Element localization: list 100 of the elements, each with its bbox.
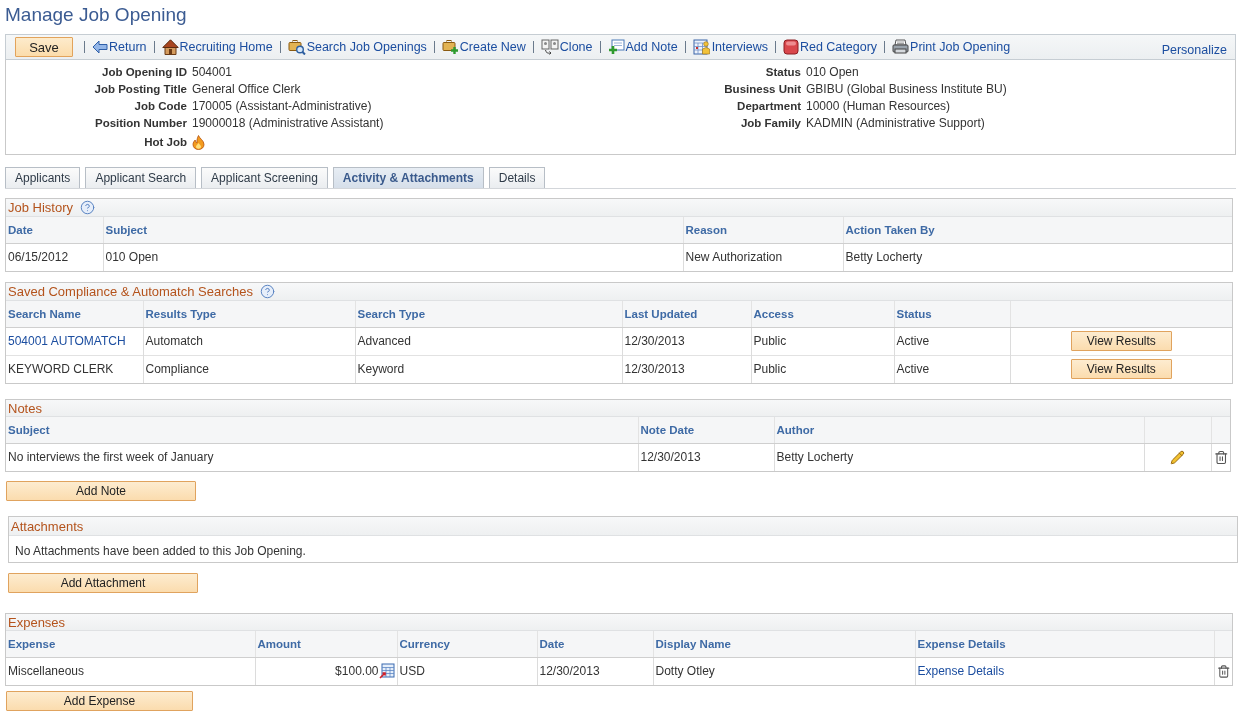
- table-cell: Public: [751, 327, 894, 355]
- column-header: Currency: [397, 631, 537, 657]
- table-cell: 12/30/2013: [537, 657, 653, 685]
- table-cell: No interviews the first week of January: [6, 443, 638, 471]
- tab[interactable]: Activity & Attachments: [332, 167, 484, 188]
- add-note-button[interactable]: Add Note: [6, 481, 196, 501]
- column-header: Action Taken By: [843, 217, 1232, 243]
- table-cell: Dotty Otley: [653, 657, 915, 685]
- section-title: Job History: [8, 200, 74, 215]
- table-cell: Betty Locherty: [843, 243, 1232, 271]
- view-results-button[interactable]: View Results: [1070, 331, 1172, 351]
- printer-icon: [892, 39, 910, 55]
- column-header: Display Name: [653, 631, 915, 657]
- toolbar-link[interactable]: Recruiting Home: [161, 39, 273, 55]
- help-icon[interactable]: [80, 200, 96, 215]
- field-label: Job Family: [739, 116, 801, 131]
- field-label: Status: [764, 65, 801, 80]
- table-cell: Keyword: [355, 355, 622, 383]
- table-cell: KEYWORD CLERK: [6, 355, 143, 383]
- field-label: Department: [736, 99, 801, 114]
- view-results-button[interactable]: View Results: [1070, 359, 1172, 380]
- save-button[interactable]: Save: [15, 37, 73, 57]
- table-cell: Active: [894, 327, 1010, 355]
- add-expense-button[interactable]: Add Expense: [6, 691, 193, 711]
- field-value: 010 Open: [806, 64, 860, 81]
- trash-icon[interactable]: [1213, 449, 1228, 465]
- field-value: GBIBU (Global Business Institute BU): [806, 81, 1008, 98]
- add-attachment-button[interactable]: Add Attachment: [8, 573, 198, 593]
- column-header: Date: [537, 631, 653, 657]
- toolbar-link[interactable]: Search Job Openings: [287, 39, 427, 55]
- toolbar-link[interactable]: Red Category: [782, 39, 878, 55]
- tab[interactable]: Details: [488, 167, 546, 188]
- section-title: Attachments: [11, 518, 84, 534]
- expense-details-link[interactable]: Expense Details: [917, 664, 1005, 679]
- column-header: Status: [894, 301, 1010, 327]
- column-header: Date: [6, 217, 103, 243]
- column-header: Subject: [103, 217, 683, 243]
- copy-icon: [540, 39, 559, 55]
- field-label: Job Posting Title: [93, 82, 187, 97]
- note-plus-icon: [607, 39, 625, 55]
- toolbar-link[interactable]: Interviews: [692, 39, 768, 55]
- pencil-icon[interactable]: [1170, 449, 1185, 465]
- field-label: Position Number: [94, 116, 187, 131]
- column-header: Expense Details: [915, 631, 1214, 657]
- amount-value: $100.00: [335, 664, 379, 679]
- field-value: KADMIN (Administrative Support): [806, 115, 986, 132]
- grid-icon[interactable]: [378, 663, 395, 680]
- table-cell: 12/30/2013: [638, 443, 774, 471]
- empty-message: No Attachments have been added to this Job Opening.: [15, 544, 306, 558]
- toolbar-link[interactable]: Print Job Opening: [892, 39, 1011, 55]
- tab[interactable]: Applicant Search: [85, 167, 197, 188]
- briefcase-search-icon: [287, 39, 306, 55]
- field-value: 504001: [192, 64, 234, 81]
- briefcase-plus-icon: [441, 39, 459, 55]
- table-cell: Advanced: [355, 327, 622, 355]
- table-cell: 06/15/2012: [6, 243, 103, 271]
- table-cell: Compliance: [143, 355, 355, 383]
- column-header: Author: [774, 417, 1144, 443]
- calendar-person-icon: [692, 39, 711, 55]
- tab[interactable]: Applicants: [5, 167, 81, 188]
- table-cell: Automatch: [143, 327, 355, 355]
- table-cell: 010 Open: [103, 243, 683, 271]
- toolbar-link[interactable]: Clone: [540, 39, 593, 55]
- personalize-link[interactable]: Personalize: [1161, 42, 1227, 57]
- column-header: Results Type: [143, 301, 355, 327]
- column-header: Expense: [6, 631, 255, 657]
- section-title: Notes: [8, 400, 42, 416]
- field-label: Job Opening ID: [101, 65, 187, 80]
- square-icon: [782, 39, 799, 55]
- column-header: Search Type: [355, 301, 622, 327]
- toolbar-link[interactable]: Add Note: [607, 39, 678, 55]
- table-cell: Active: [894, 355, 1010, 383]
- table-cell: USD: [397, 657, 537, 685]
- column-header: Note Date: [638, 417, 774, 443]
- help-icon[interactable]: [259, 284, 275, 299]
- toolbar-link[interactable]: Return: [92, 40, 147, 54]
- table-cell: 12/30/2013: [622, 327, 751, 355]
- field-value: 10000 (Human Resources): [806, 98, 952, 115]
- trash-icon[interactable]: [1216, 663, 1230, 679]
- table-cell: Betty Locherty: [774, 443, 1144, 471]
- column-header: Last Updated: [622, 301, 751, 327]
- column-header: Amount: [255, 631, 397, 657]
- page-title: Manage Job Opening: [5, 4, 187, 27]
- table-cell: Miscellaneous: [6, 657, 255, 685]
- house-icon: [161, 39, 179, 55]
- column-header: Reason: [683, 217, 843, 243]
- toolbar-link[interactable]: Create New: [441, 39, 526, 55]
- column-header: Subject: [6, 417, 638, 443]
- section-title: Saved Compliance & Automatch Searches: [8, 284, 253, 299]
- table-cell: 12/30/2013: [622, 355, 751, 383]
- field-label: Business Unit: [723, 82, 801, 97]
- field-value: 170005 (Assistant-Administrative): [192, 98, 373, 115]
- search-name-link[interactable]: 504001 AUTOMATCH: [8, 334, 126, 348]
- tab[interactable]: Applicant Screening: [201, 167, 328, 188]
- field-label: Job Code: [133, 99, 187, 114]
- column-header: Access: [751, 301, 894, 327]
- left-arrow-icon: [92, 40, 108, 54]
- column-header: Search Name: [6, 301, 143, 327]
- field-label: Hot Job: [143, 135, 187, 150]
- field-value: General Office Clerk: [192, 81, 302, 98]
